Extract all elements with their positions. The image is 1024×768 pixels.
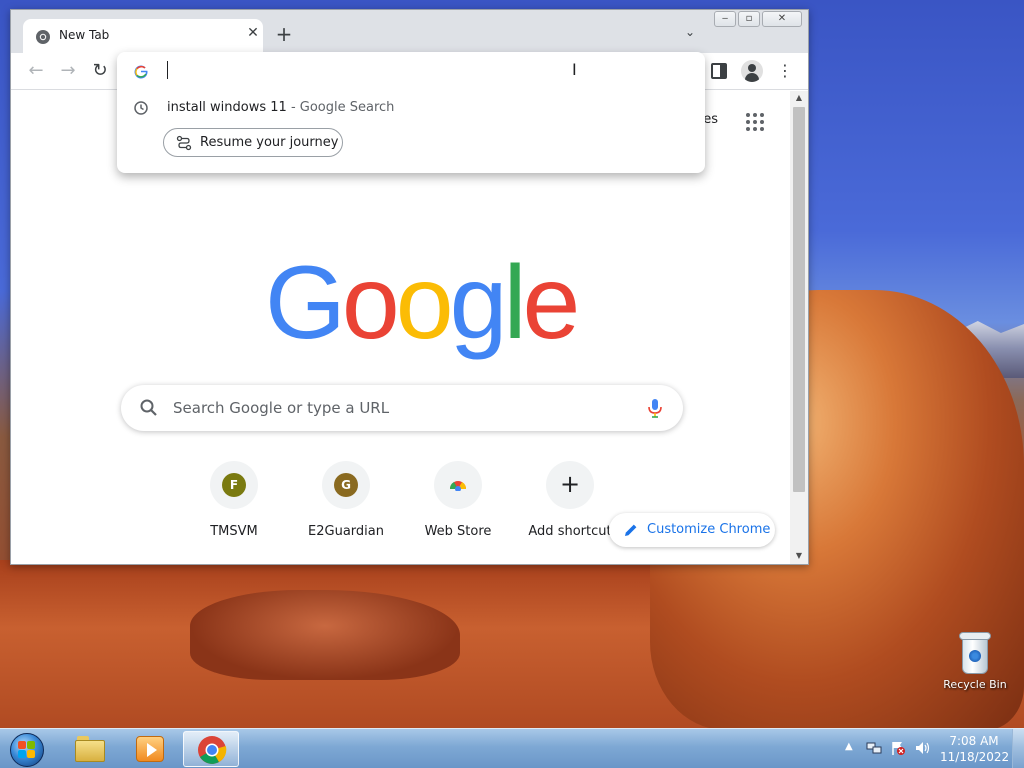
shortcut-label: E2Guardian [308, 524, 384, 539]
shortcut-tile: F [210, 461, 258, 509]
action-center-flag-icon[interactable] [890, 740, 906, 756]
media-player-icon [136, 736, 164, 762]
shortcut-label: Web Store [424, 524, 492, 539]
wallpaper-stones [190, 590, 460, 680]
tab-new-tab[interactable]: New Tab ✕ [23, 19, 263, 53]
shortcut-web-store[interactable]: Web Store [402, 461, 514, 539]
google-g-icon [134, 65, 148, 79]
webstore-icon [449, 481, 467, 491]
folder-icon [75, 736, 105, 762]
resume-journey-label: Resume your journey [200, 135, 339, 150]
network-icon[interactable] [866, 740, 882, 756]
clock-time: 7:08 AM [949, 734, 999, 748]
plus-icon: + [559, 470, 581, 498]
shortcut-e2guardian[interactable]: G E2Guardian [290, 461, 402, 539]
journey-icon [176, 135, 192, 151]
shortcut-tile: + [546, 461, 594, 509]
shortcut-tile: G [322, 461, 370, 509]
shortcut-label: TMSVM [210, 524, 258, 539]
taskbar: ▲ 7:08 AM 11/18/2022 [0, 728, 1024, 768]
omnibox-dropdown: I install windows 11 - Google Search Res… [117, 52, 705, 173]
side-panel-icon[interactable] [711, 63, 727, 79]
shortcut-tile [434, 461, 482, 509]
reload-icon[interactable]: ↻ [89, 60, 111, 82]
mouse-ibeam-cursor-icon: I [572, 60, 577, 79]
show-hidden-icons-arrow-icon[interactable]: ▲ [845, 741, 853, 752]
history-clock-icon [134, 101, 148, 115]
search-placeholder: Search Google or type a URL [173, 399, 390, 417]
customize-chrome-label: Customize Chrome [647, 522, 771, 537]
shortcut-letter-icon: G [334, 473, 358, 497]
system-clock[interactable]: 7:08 AM 11/18/2022 [940, 733, 1010, 765]
omnibox-input[interactable] [167, 58, 667, 82]
scroll-up-arrow-icon[interactable]: ▲ [790, 93, 808, 102]
window-minimize-button[interactable]: ‒ [714, 11, 736, 27]
suggestion-separator: - [286, 100, 300, 115]
suggestion-source: Google Search [299, 100, 395, 115]
tab-search-chevron-icon[interactable]: ⌄ [681, 25, 699, 43]
scrollbar-thumb[interactable] [793, 107, 805, 492]
google-apps-icon[interactable] [746, 113, 766, 133]
tab-close-icon[interactable]: ✕ [245, 25, 261, 41]
show-desktop-button[interactable] [1012, 729, 1024, 768]
windows-flag-icon [18, 741, 36, 759]
window-restore-button[interactable]: ▫ [738, 11, 760, 27]
search-icon [140, 399, 157, 416]
resume-journey-chip[interactable]: Resume your journey [163, 128, 343, 157]
pencil-icon [625, 524, 637, 536]
scroll-down-arrow-icon[interactable]: ▼ [790, 551, 808, 560]
taskbar-windows-explorer[interactable] [62, 731, 118, 767]
suggestion-query: install windows 11 [167, 100, 287, 115]
shortcut-tmsvm[interactable]: F TMSVM [178, 461, 290, 539]
tab-strip: New Tab ✕ + ⌄ ‒ ▫ ✕ [11, 10, 808, 53]
text-caret [167, 61, 168, 79]
microphone-icon[interactable] [645, 397, 665, 419]
back-arrow-icon[interactable]: ← [25, 60, 47, 82]
customize-chrome-button[interactable]: Customize Chrome [609, 513, 775, 547]
recycle-bin[interactable]: Recycle Bin [940, 630, 1010, 691]
clock-date: 11/18/2022 [940, 750, 1010, 764]
ntp-search-box[interactable]: Search Google or type a URL [121, 385, 683, 431]
new-tab-button[interactable]: + [273, 22, 295, 46]
window-close-button[interactable]: ✕ [762, 11, 802, 27]
suggestion-text: install windows 11 - Google Search [167, 100, 394, 115]
taskbar-google-chrome[interactable] [183, 731, 239, 767]
google-logo: Google [265, 245, 580, 361]
page-scrollbar[interactable]: ▲ ▼ [790, 91, 808, 564]
chrome-icon [36, 30, 50, 44]
recycle-bin-label: Recycle Bin [943, 678, 1007, 691]
start-button[interactable] [4, 730, 50, 768]
more-menu-icon[interactable]: ⋮ [777, 61, 793, 81]
shortcut-letter-icon: F [222, 473, 246, 497]
recycle-bin-icon [958, 630, 992, 674]
chrome-window: New Tab ✕ + ⌄ ‒ ▫ ✕ ← → ↻ ⋮ ges Google S… [10, 9, 809, 565]
chrome-icon [198, 736, 227, 764]
omnibox-suggestion-row[interactable]: install windows 11 - Google Search [117, 94, 705, 124]
profile-avatar-icon[interactable] [741, 60, 763, 82]
forward-arrow-icon[interactable]: → [57, 60, 79, 82]
tab-title: New Tab [59, 28, 110, 42]
volume-speaker-icon[interactable] [914, 740, 930, 756]
taskbar-media-player[interactable] [122, 731, 178, 767]
